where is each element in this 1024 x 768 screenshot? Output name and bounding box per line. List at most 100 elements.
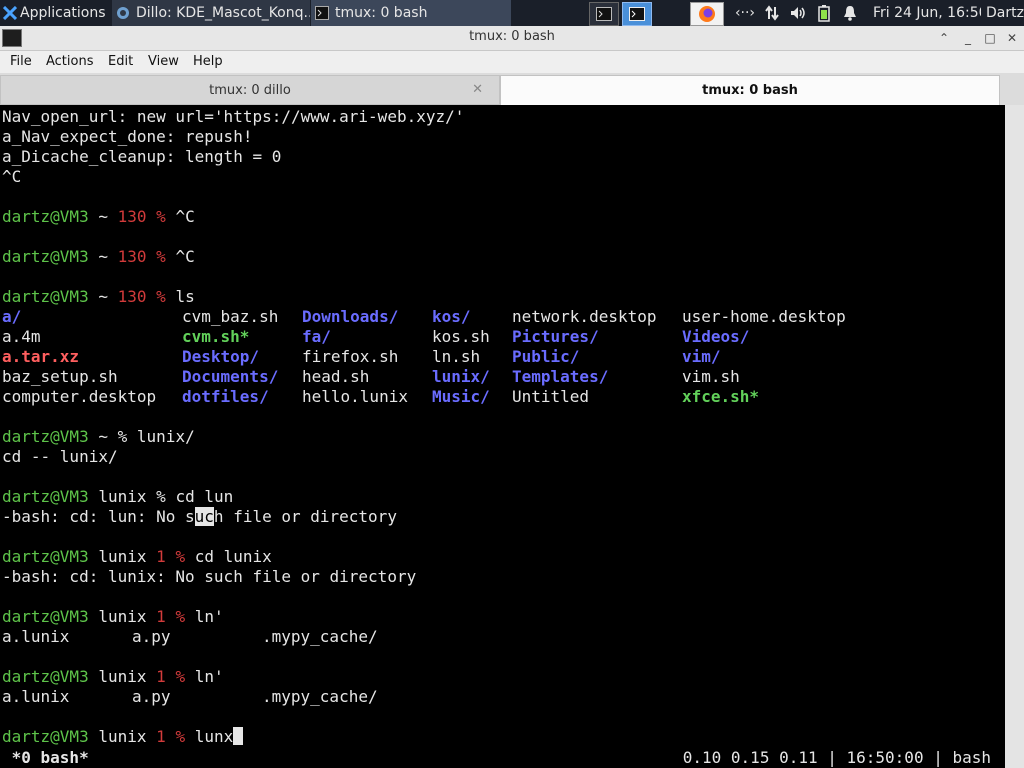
ls-entry: ln.sh bbox=[432, 347, 481, 366]
task-tmux[interactable]: tmux: 0 bash bbox=[311, 0, 512, 26]
dir-entry: Music/ bbox=[432, 387, 490, 406]
window-titlebar[interactable]: tmux: 0 bash ⌃ _ □ ✕ bbox=[0, 26, 1024, 51]
close-icon: ✕ bbox=[1006, 31, 1018, 45]
prompt-symbol: % bbox=[175, 667, 186, 686]
dir-entry: dotfiles/ bbox=[182, 387, 269, 406]
dir-entry: Documents/ bbox=[182, 367, 279, 386]
terminal-scrollbar[interactable] bbox=[1005, 105, 1024, 768]
selection-highlight[interactable]: uc bbox=[194, 507, 214, 526]
ls-entry: a.lunix bbox=[2, 627, 70, 646]
ls-entry: head.sh bbox=[302, 367, 370, 386]
close-button[interactable]: ✕ bbox=[1002, 28, 1022, 48]
prompt-user: dartz@VM3 bbox=[2, 487, 89, 506]
exit-code: 1 bbox=[156, 607, 166, 626]
menu-help[interactable]: Help bbox=[193, 54, 223, 69]
prompt-line[interactable]: dartz@VM3 lunix 1 % lunx bbox=[2, 727, 244, 747]
maximize-button[interactable]: □ bbox=[980, 28, 1000, 48]
ls-entry: a.lunix bbox=[2, 687, 70, 706]
prompt-user: dartz@VM3 bbox=[2, 287, 89, 306]
notification-bell-icon[interactable] bbox=[838, 0, 862, 26]
prompt-symbol: % bbox=[175, 607, 186, 626]
firefox-launcher[interactable] bbox=[690, 2, 724, 26]
task-dillo-label: Dillo: KDE_Mascot_Konq... bbox=[136, 5, 311, 21]
workspace-1[interactable] bbox=[589, 2, 619, 26]
prompt-dir: ~ bbox=[98, 207, 108, 226]
prompt-symbol: % bbox=[156, 487, 166, 506]
exit-code: 1 bbox=[156, 727, 166, 746]
workspace-2[interactable] bbox=[622, 2, 652, 26]
prompt-user: dartz@VM3 bbox=[2, 427, 89, 446]
menu-file[interactable]: File bbox=[10, 54, 32, 69]
ls-entry: Templates/ bbox=[512, 367, 608, 387]
prompt-symbol: % bbox=[175, 547, 186, 566]
terminal-view[interactable]: Nav_open_url: new url='https://www.ari-w… bbox=[0, 105, 1005, 748]
exec-entry: cvm.sh* bbox=[182, 327, 250, 346]
bell-icon bbox=[844, 6, 856, 21]
command: ln' bbox=[194, 667, 224, 686]
battery-icon[interactable] bbox=[812, 0, 836, 26]
command: cd lunix bbox=[194, 547, 272, 566]
menu-actions[interactable]: Actions bbox=[46, 54, 94, 69]
output-line: cd -- lunix/ bbox=[2, 447, 118, 466]
ls-entry: kos/ bbox=[432, 307, 471, 327]
exit-code: 1 bbox=[156, 547, 166, 566]
menu-view[interactable]: View bbox=[148, 54, 179, 69]
menu-edit[interactable]: Edit bbox=[108, 54, 133, 69]
dir-entry: Public/ bbox=[512, 347, 580, 366]
ls-entry: fa/ bbox=[302, 327, 331, 347]
task-dillo[interactable]: Dillo: KDE_Mascot_Konq... bbox=[112, 0, 311, 26]
ls-entry: Desktop/ bbox=[182, 347, 259, 367]
error-text: -bash: cd: lun: No s bbox=[2, 507, 195, 526]
exec-entry: xfce.sh* bbox=[682, 387, 760, 406]
prompt-line: dartz@VM3 ~ 130 % ^C bbox=[2, 247, 195, 267]
window-title: tmux: 0 bash bbox=[469, 29, 555, 44]
keyboard-layout-icon[interactable]: ‹··› bbox=[732, 0, 758, 26]
command: ^C bbox=[175, 207, 195, 226]
log-line: a_Dicache_cleanup: length = 0 bbox=[2, 147, 282, 166]
exit-code: 130 bbox=[117, 207, 147, 226]
ls-entry: vim/ bbox=[682, 347, 721, 367]
dir-entry: kos/ bbox=[432, 307, 471, 326]
prompt-dir: lunix bbox=[98, 667, 147, 686]
ls-entry: Music/ bbox=[432, 387, 490, 407]
error-line: -bash: cd: lunix: No such file or direct… bbox=[2, 567, 417, 586]
ls-entry: lunix/ bbox=[432, 367, 490, 387]
ls-entry: Videos/ bbox=[682, 327, 749, 347]
maximize-icon: □ bbox=[984, 31, 996, 45]
ls-entry: baz_setup.sh bbox=[2, 367, 118, 386]
prompt-user: dartz@VM3 bbox=[2, 247, 89, 266]
tab-close-icon[interactable]: ✕ bbox=[472, 82, 483, 97]
dir-entry: Videos/ bbox=[682, 327, 750, 346]
text-cursor bbox=[233, 727, 244, 745]
prompt-symbol: % bbox=[156, 207, 166, 226]
tab-bash[interactable]: tmux: 0 bash bbox=[500, 75, 1000, 105]
error-line: -bash: cd: lun: No such file or director… bbox=[2, 507, 397, 527]
ls-entry: hello.lunix bbox=[302, 387, 408, 406]
dillo-icon bbox=[117, 7, 129, 19]
prompt-dir: lunix bbox=[98, 547, 147, 566]
network-icon[interactable] bbox=[760, 0, 784, 26]
prompt-user: dartz@VM3 bbox=[2, 667, 89, 686]
prompt-user: dartz@VM3 bbox=[2, 607, 89, 626]
tmux-window-list[interactable]: *0 bash* bbox=[2, 748, 89, 768]
volume-icon[interactable] bbox=[786, 0, 810, 26]
ls-entry: cvm_baz.sh bbox=[182, 307, 279, 326]
command-input[interactable]: lunx bbox=[195, 727, 234, 746]
terminal-icon bbox=[629, 7, 645, 21]
dir-entry: Desktop/ bbox=[182, 347, 260, 366]
panel-clock[interactable]: Fri 24 Jun, 16:50 bbox=[873, 0, 981, 26]
xfce-logo-icon bbox=[3, 6, 17, 20]
ls-entry: a.py bbox=[132, 687, 171, 706]
panel-user[interactable]: Dartz bbox=[986, 0, 1024, 26]
exit-code: 130 bbox=[117, 247, 147, 266]
prompt-dir: lunix bbox=[98, 727, 147, 746]
prompt-user: dartz@VM3 bbox=[2, 727, 89, 746]
firefox-icon bbox=[699, 6, 715, 22]
shade-button[interactable]: ⌃ bbox=[934, 28, 954, 48]
applications-menu[interactable]: Applications ≡ bbox=[0, 0, 110, 26]
ls-entry: xfce.sh* bbox=[682, 387, 759, 407]
ls-entry: firefox.sh bbox=[302, 347, 399, 366]
minimize-button[interactable]: _ bbox=[958, 28, 978, 48]
command: lunix/ bbox=[136, 427, 195, 446]
tab-dillo[interactable]: tmux: 0 dillo ✕ bbox=[0, 75, 500, 105]
